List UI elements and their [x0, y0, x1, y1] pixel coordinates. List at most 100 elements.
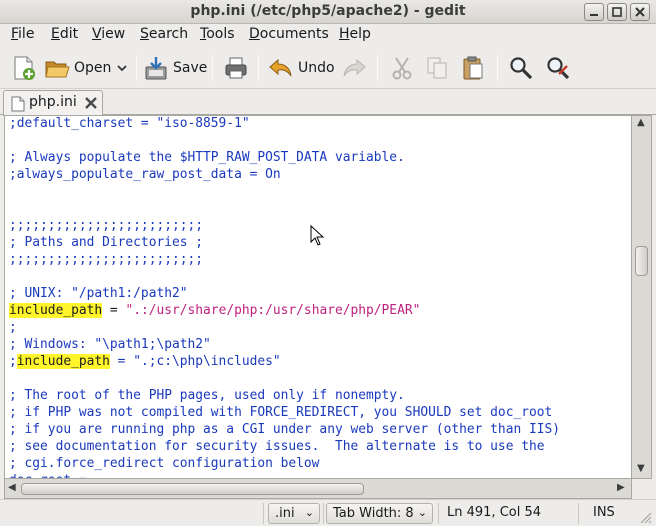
save-button[interactable]: Save — [143, 53, 207, 83]
tab-width-selector[interactable]: Tab Width: 8 ⌄ — [326, 503, 433, 524]
undo-button[interactable]: Undo — [268, 53, 335, 83]
menu-view[interactable]: View — [92, 26, 125, 42]
code-line[interactable]: ; cgi.force_redirect configuration below — [9, 455, 560, 472]
open-button[interactable]: Open — [44, 53, 111, 83]
code-token: ; if you are running php as a CGI under … — [9, 422, 561, 437]
title-bar[interactable]: php.ini (/etc/php5/apache2) - gedit — [0, 0, 656, 24]
code-view[interactable]: ;default_charset = "iso-8859-1" ; Always … — [9, 116, 560, 478]
open-recent-dropdown[interactable] — [116, 53, 128, 83]
toolbar-separator — [497, 55, 498, 81]
status-separator — [323, 503, 324, 524]
resize-grip-icon[interactable] — [638, 510, 652, 524]
vertical-scroll-thumb[interactable] — [635, 246, 648, 276]
code-token: ; Windows: "\path1;\path2" — [9, 337, 211, 352]
paste-button[interactable] — [460, 53, 486, 83]
tab-php-ini[interactable]: php.ini — [3, 90, 103, 116]
code-line[interactable]: ;default_charset = "iso-8859-1" — [9, 116, 560, 132]
mouse-pointer-icon — [310, 225, 325, 246]
code-token: ; UNIX: "/path1:/path2" — [9, 286, 188, 301]
toolbar: Open Save Undo — [0, 47, 656, 89]
horizontal-scroll-thumb[interactable] — [21, 483, 364, 495]
close-icon — [635, 7, 645, 17]
maximize-icon — [612, 7, 622, 17]
code-token: = ".;c:\php\includes" — [109, 354, 281, 369]
scroll-left-arrow-icon[interactable]: ◀ — [8, 482, 16, 493]
code-token: = — [102, 303, 126, 318]
code-line[interactable]: ; Windows: "\path1;\path2" — [9, 336, 560, 353]
code-line[interactable]: ;include_path = ".;c:\php\includes" — [9, 353, 560, 370]
code-line[interactable]: ; — [9, 319, 560, 336]
scroll-up-arrow-icon[interactable]: ▲ — [637, 117, 645, 128]
language-selector[interactable]: .ini ⌄ — [268, 503, 320, 524]
find-button[interactable] — [508, 53, 534, 83]
menu-edit[interactable]: Edit — [51, 26, 78, 42]
tab-bar: php.ini — [0, 89, 656, 116]
code-line[interactable] — [9, 268, 560, 285]
code-line[interactable]: ; if you are running php as a CGI under … — [9, 421, 560, 438]
highlighted-match: include_path — [9, 303, 103, 318]
code-line[interactable]: ; The root of the PHP pages, used only i… — [9, 387, 560, 404]
code-line[interactable] — [9, 132, 560, 149]
vertical-scrollbar[interactable]: ▲ ▼ — [632, 115, 652, 479]
maximize-button[interactable] — [607, 3, 627, 21]
new-document-button[interactable] — [10, 53, 38, 83]
gedit-window: php.ini (/etc/php5/apache2) - gedit File… — [0, 0, 656, 526]
undo-icon — [269, 58, 292, 77]
redo-button[interactable] — [341, 53, 367, 83]
code-line[interactable]: ;always_populate_raw_post_data = On — [9, 166, 560, 183]
menu-documents[interactable]: Documents — [249, 26, 329, 42]
code-line[interactable]: doc_root = — [9, 472, 560, 478]
menu-bar: File Edit View Search Tools Documents He… — [0, 24, 656, 46]
chevron-down-icon: ⌄ — [417, 506, 427, 519]
code-line[interactable]: include_path = ".:/usr/share/php:/usr/sh… — [9, 302, 560, 319]
code-line[interactable] — [9, 370, 560, 387]
menu-tools[interactable]: Tools — [200, 26, 235, 42]
status-bar: .ini ⌄ Tab Width: 8 ⌄ Ln 491, Col 54 INS — [0, 499, 656, 526]
toolbar-separator — [258, 55, 259, 81]
minimize-button[interactable] — [584, 3, 604, 21]
paste-icon — [463, 56, 483, 80]
close-window-button[interactable] — [630, 3, 650, 21]
code-line[interactable]: ; Paths and Directories ; — [9, 234, 560, 251]
search-icon — [510, 57, 533, 80]
cut-button[interactable] — [389, 53, 415, 83]
code-token: ;default_charset = "iso-8859-1" — [9, 116, 250, 131]
save-icon — [145, 57, 167, 80]
menu-help[interactable]: Help — [339, 26, 371, 42]
new-document-icon — [14, 56, 35, 80]
copy-button[interactable] — [424, 53, 450, 83]
code-line[interactable]: ;;;;;;;;;;;;;;;;;;;;;;;;; — [9, 251, 560, 268]
code-line[interactable]: ;;;;;;;;;;;;;;;;;;;;;;;;; — [9, 217, 560, 234]
code-token: ; — [9, 354, 17, 369]
minimize-icon — [590, 14, 598, 16]
scroll-right-arrow-icon[interactable]: ▶ — [617, 482, 625, 493]
tab-label: php.ini — [29, 94, 77, 110]
scissors-icon — [392, 57, 412, 80]
code-line[interactable] — [9, 183, 560, 200]
code-token: ; The root of the PHP pages, used only i… — [9, 388, 405, 403]
document-icon — [11, 96, 25, 112]
scroll-down-arrow-icon[interactable]: ▼ — [637, 463, 645, 474]
horizontal-scrollbar[interactable]: ◀ ▶ — [4, 479, 632, 499]
code-line[interactable]: ; if PHP was not compiled with FORCE_RED… — [9, 404, 560, 421]
code-line[interactable]: ; UNIX: "/path1:/path2" — [9, 285, 560, 302]
text-editor[interactable]: ;default_charset = "iso-8859-1" ; Always … — [4, 115, 632, 479]
find-replace-button[interactable] — [545, 53, 571, 83]
menu-search[interactable]: Search — [140, 26, 188, 42]
print-button[interactable] — [223, 53, 249, 83]
redo-icon — [343, 58, 366, 77]
code-line[interactable]: ; see documentation for security issues.… — [9, 438, 560, 455]
code-token: ; — [9, 320, 17, 335]
code-token: ;always_populate_raw_post_data = On — [9, 167, 281, 182]
code-line[interactable]: ; Always populate the $HTTP_RAW_POST_DAT… — [9, 149, 560, 166]
close-tab-icon[interactable] — [84, 96, 98, 110]
code-token: ; Paths and Directories ; — [9, 235, 204, 250]
code-token: ; Always populate the $HTTP_RAW_POST_DAT… — [9, 150, 405, 165]
code-line[interactable] — [9, 200, 560, 217]
printer-icon — [225, 57, 247, 79]
folder-open-icon — [45, 61, 70, 78]
code-token: ;;;;;;;;;;;;;;;;;;;;;;;;; — [9, 252, 204, 267]
code-token: ; see documentation for security issues.… — [9, 439, 545, 454]
status-separator — [578, 503, 579, 524]
menu-file[interactable]: File — [11, 26, 34, 42]
